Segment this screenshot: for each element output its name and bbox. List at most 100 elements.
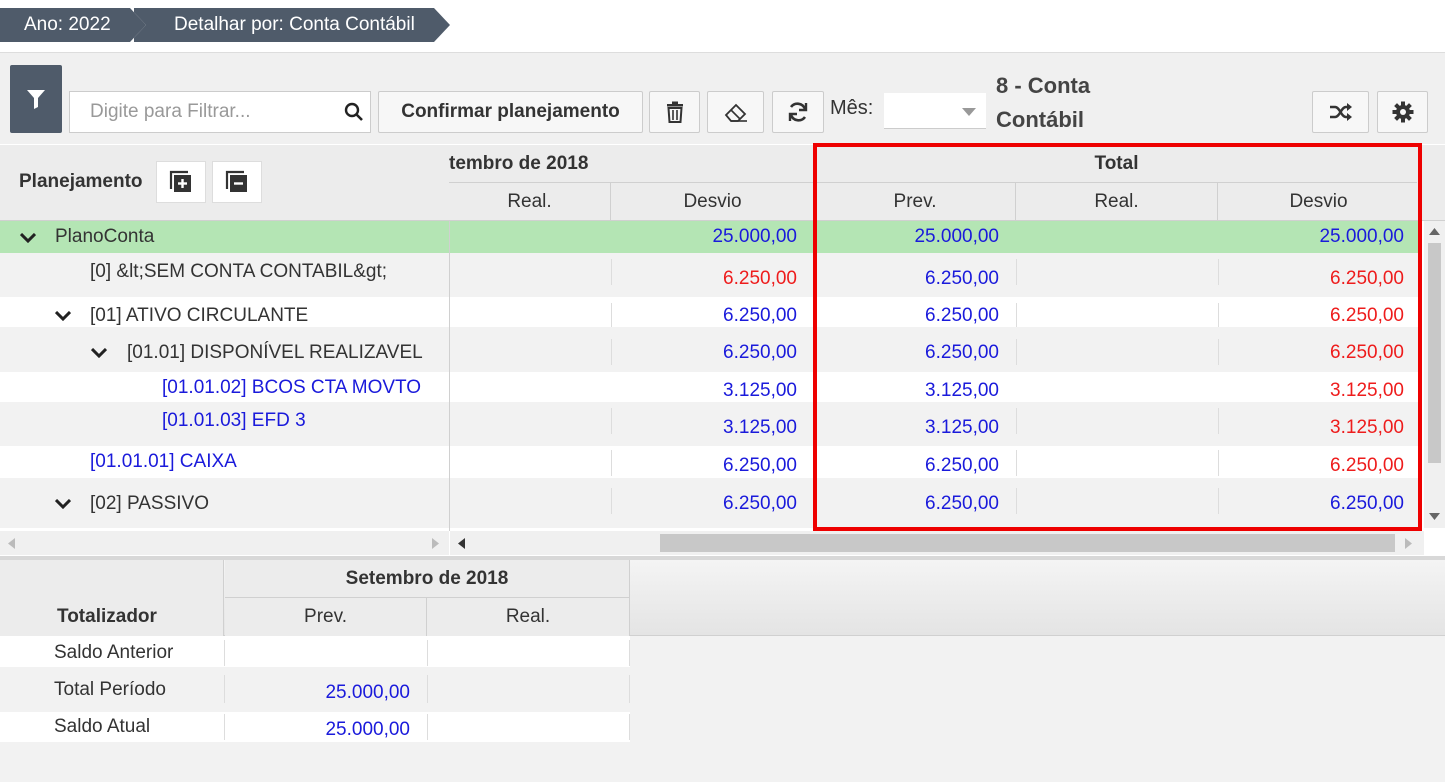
filter-button[interactable]	[10, 65, 62, 133]
cell-month-desvio: 6.250,00	[723, 342, 797, 363]
table-row[interactable]: [0] &lt;SEM CONTA CONTABIL&gt; 6.250,00 …	[0, 253, 1422, 297]
grid-columns-header: tembro de 2018 Total Real. Desvio Prev. …	[449, 145, 1445, 221]
col-month-desvio[interactable]: Desvio	[611, 183, 815, 220]
refresh-icon	[788, 102, 808, 122]
month-select[interactable]	[884, 93, 986, 129]
table-row[interactable]: [01.01.02] BCOS CTA MOVTO 3.125,00 3.125…	[0, 372, 1422, 402]
cell-total-real	[1017, 485, 1200, 523]
scroll-up-icon[interactable]	[1429, 227, 1440, 235]
grid-tree-header: Planejamento	[0, 145, 449, 221]
col-total-desvio[interactable]: Desvio	[1218, 183, 1420, 220]
clear-button[interactable]	[707, 91, 764, 133]
table-row[interactable]: [01] ATIVO CIRCULANTE 6.250,00 6.250,00 …	[0, 297, 1422, 329]
totals-col-real[interactable]: Real.	[427, 598, 630, 636]
totals-month-header: Setembro de 2018	[225, 560, 630, 598]
chevron-down-icon[interactable]	[55, 499, 71, 509]
toolbar: Confirmar planejamento Mês: 8 - Conta Co…	[0, 52, 1445, 144]
totals-body: Saldo Anterior Total Período 25.000,00 S…	[0, 636, 1445, 782]
totals-row: Saldo Atual 25.000,00	[0, 712, 630, 742]
totals-row-label: Saldo Anterior	[54, 642, 174, 663]
shuffle-button[interactable]	[1312, 91, 1369, 133]
cell-total-real	[1017, 334, 1200, 372]
totals-row: Total Período 25.000,00	[0, 667, 630, 712]
cell-total-real	[1017, 221, 1200, 256]
row-label[interactable]: [01.01.01] CAIXA	[90, 443, 440, 481]
refresh-button[interactable]	[772, 91, 824, 133]
search-input[interactable]	[70, 92, 330, 132]
cell-total-prev: 25.000,00	[914, 226, 999, 247]
totalizer-header: Totalizador	[57, 606, 157, 627]
cell-month-desvio: 6.250,00	[723, 493, 797, 514]
scroll-down-icon[interactable]	[1429, 513, 1440, 521]
totals-row: Saldo Anterior	[0, 636, 630, 667]
breadcrumb: Ano: 2022 Detalhar por: Conta Contábil	[0, 8, 450, 42]
cell-total-prev: 6.250,00	[925, 342, 999, 363]
cell-total-desvio: 25.000,00	[1319, 226, 1404, 247]
cell-total-prev: 6.250,00	[925, 493, 999, 514]
breadcrumb-detail[interactable]: Detalhar por: Conta Contábil	[130, 8, 450, 42]
col-month-real[interactable]: Real.	[449, 183, 611, 220]
left-horizontal-scrollbar[interactable]	[0, 531, 449, 555]
totals-row-label: Saldo Atual	[54, 716, 151, 737]
chevron-down-icon[interactable]	[20, 233, 36, 243]
month-label: Mês:	[830, 97, 874, 119]
delete-button[interactable]	[649, 91, 700, 133]
chevron-down-icon	[962, 108, 976, 116]
table-row[interactable]: [01.01] DISPONÍVEL REALIZAVEL 6.250,00 6…	[0, 327, 1422, 372]
confirm-planning-button[interactable]: Confirmar planejamento	[378, 91, 643, 133]
cell-month-desvio: 25.000,00	[712, 226, 797, 247]
scrollbar-thumb[interactable]	[1428, 243, 1441, 463]
chevron-down-icon[interactable]	[55, 311, 71, 321]
shuffle-icon	[1329, 103, 1352, 121]
expand-all-button[interactable]	[156, 161, 206, 203]
row-label: [02] PASSIVO	[90, 493, 209, 514]
totals-cell-prev: 25.000,00	[325, 682, 410, 703]
scroll-right-icon[interactable]	[432, 538, 439, 549]
vertical-scrollbar[interactable]	[1424, 221, 1445, 528]
scroll-left-icon[interactable]	[458, 538, 465, 549]
cell-total-desvio: 6.250,00	[1330, 268, 1404, 289]
scroll-right-icon[interactable]	[1405, 538, 1412, 549]
planning-header: Planejamento	[19, 171, 143, 192]
table-row[interactable]: [02] PASSIVO 6.250,00 6.250,00 6.250,00	[0, 478, 1422, 528]
table-row[interactable]: [01.01.01] CAIXA 6.250,00 6.250,00 6.250…	[0, 446, 1422, 478]
cell-total-desvio: 6.250,00	[1330, 493, 1404, 514]
table-row[interactable]: [01.01.03] EFD 3 3.125,00 3.125,00 3.125…	[0, 402, 1422, 446]
row-label[interactable]: [01.01.03] EFD 3	[162, 402, 442, 440]
chevron-down-icon[interactable]	[91, 348, 107, 358]
grid-body: PlanoConta 25.000,00 25.000,00 25.000,00…	[0, 221, 1422, 528]
totals-cell-prev: 25.000,00	[325, 719, 410, 740]
cell-total-desvio: 6.250,00	[1330, 342, 1404, 363]
collapse-all-button[interactable]	[212, 161, 262, 203]
totals-col-prev[interactable]: Prev.	[225, 598, 427, 636]
right-horizontal-scrollbar[interactable]	[450, 531, 1424, 555]
row-label: [01.01] DISPONÍVEL REALIZAVEL	[127, 342, 423, 363]
col-total-prev[interactable]: Prev.	[815, 183, 1016, 220]
scroll-left-icon[interactable]	[8, 538, 15, 549]
cell-total-real	[1017, 260, 1200, 298]
totals-header: Totalizador Setembro de 2018 Prev. Real.	[0, 560, 1445, 636]
search-icon[interactable]	[344, 102, 364, 122]
totals-row-label: Total Período	[54, 679, 166, 700]
expand-plus-icon	[169, 170, 191, 192]
cell-total-prev: 6.250,00	[925, 268, 999, 289]
funnel-icon	[27, 90, 45, 109]
col-total-real[interactable]: Real.	[1016, 183, 1218, 220]
scrollbar-thumb[interactable]	[660, 534, 1395, 552]
gear-icon	[1392, 101, 1413, 123]
cell-total-real	[1017, 409, 1200, 447]
collapse-minus-icon	[225, 170, 247, 192]
pane-splitter[interactable]	[449, 221, 450, 531]
cell-month-desvio: 3.125,00	[723, 417, 797, 438]
breadcrumb-year[interactable]: Ano: 2022	[0, 8, 146, 42]
cell-total-desvio: 3.125,00	[1330, 417, 1404, 438]
cell-month-desvio: 6.250,00	[723, 268, 797, 289]
eraser-icon	[724, 103, 747, 122]
total-group-header: Total	[815, 145, 1417, 183]
search-box	[69, 91, 371, 133]
trash-icon	[666, 101, 683, 123]
cell-total-prev: 3.125,00	[925, 417, 999, 438]
row-label: [0] &lt;SEM CONTA CONTABIL&gt;	[90, 261, 388, 282]
table-row[interactable]: PlanoConta 25.000,00 25.000,00 25.000,00	[0, 221, 1422, 253]
settings-button[interactable]	[1377, 91, 1428, 133]
